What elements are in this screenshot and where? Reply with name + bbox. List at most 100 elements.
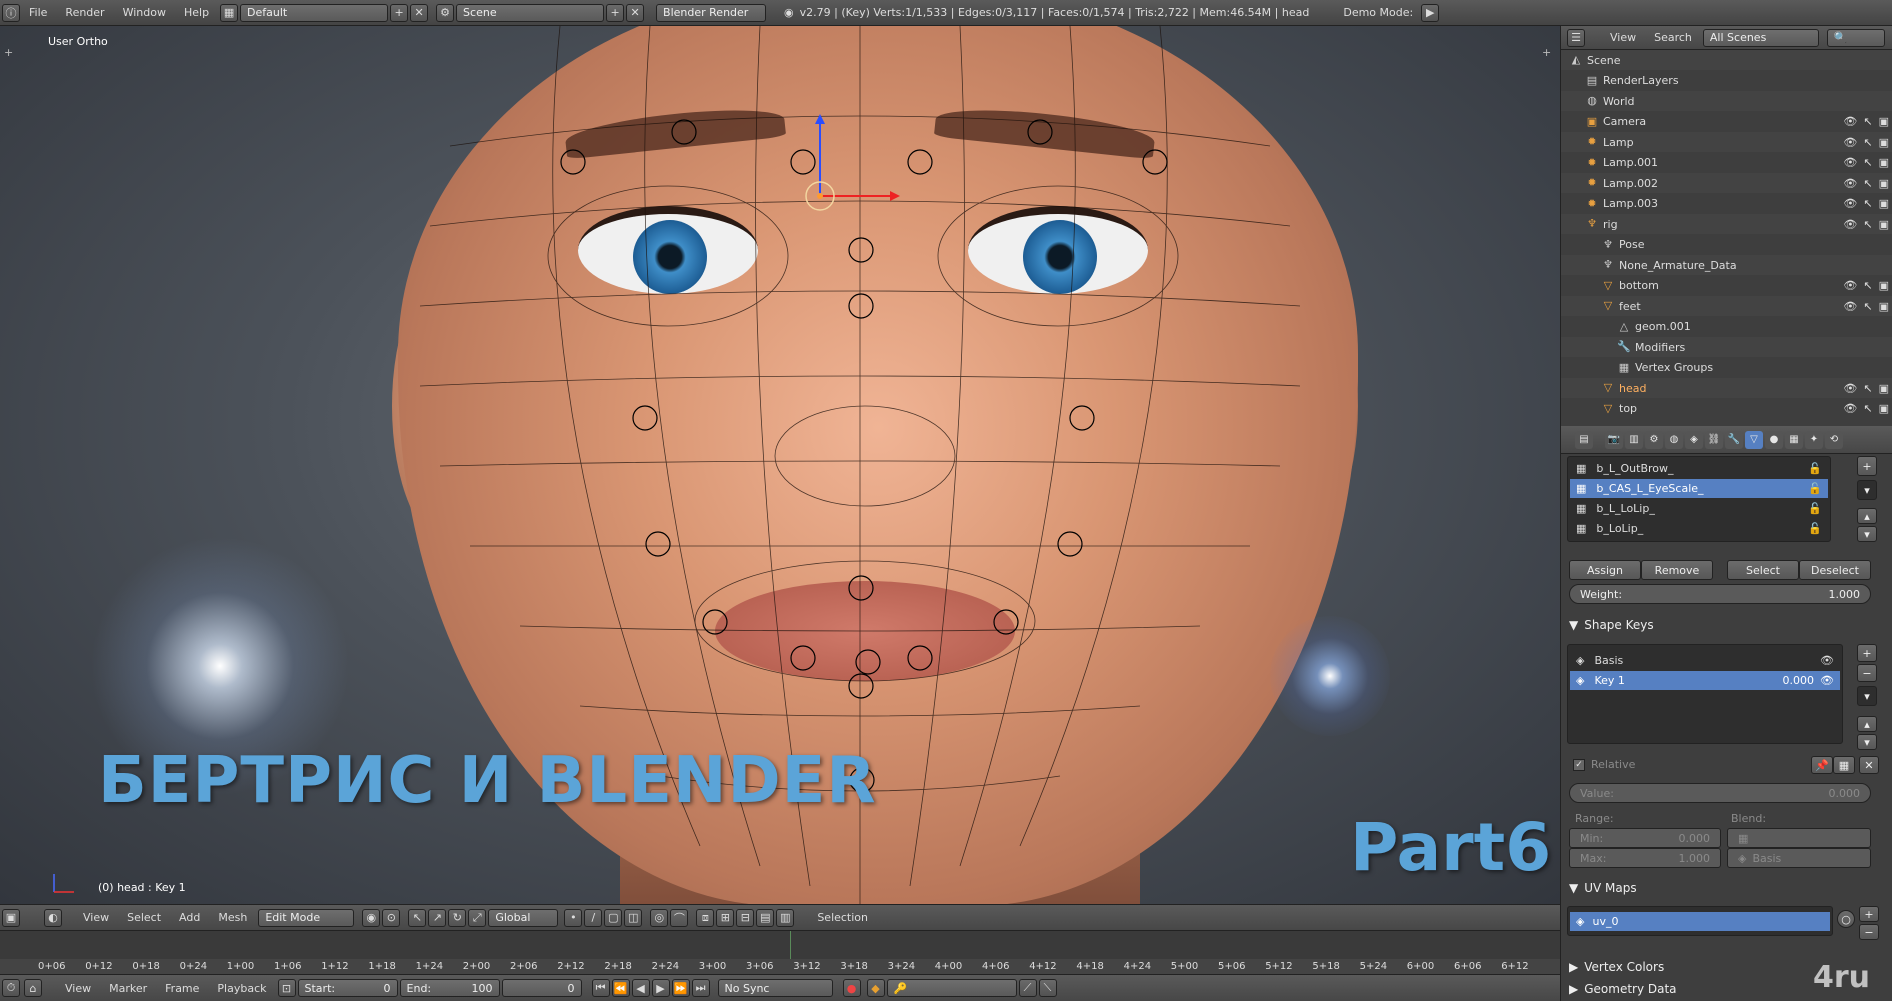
shape-key-item[interactable]: ◈ Basis 👁 — [1570, 651, 1840, 670]
render-layers-tab-icon[interactable]: ▥ — [1625, 430, 1643, 449]
shape-key-specials-icon[interactable]: ▾ — [1857, 686, 1877, 706]
world-tab-icon[interactable]: ◍ — [1665, 430, 1683, 449]
scene-selector[interactable]: Scene — [456, 3, 605, 22]
remove-button[interactable]: Remove — [1641, 560, 1713, 580]
remove-shape-key-icon[interactable]: − — [1857, 664, 1877, 682]
render-engine-dropdown[interactable]: Blender Render — [656, 3, 767, 22]
render-camera-icon[interactable]: ▣ — [1879, 218, 1889, 231]
uv-maps-panel-header[interactable]: ▼ UV Maps — [1569, 881, 1637, 895]
outliner-search-input[interactable]: 🔍 — [1826, 28, 1885, 47]
mode-dropdown[interactable]: Edit Mode — [258, 908, 355, 927]
render-camera-icon[interactable]: ▣ — [1879, 382, 1889, 395]
occlude-icon[interactable]: ◫ — [624, 908, 643, 927]
add-scene-icon[interactable]: + — [606, 3, 625, 22]
outliner-row[interactable]: ▽ bottom 👁 ↖ ▣ — [1561, 275, 1892, 296]
properties-editor-icon[interactable]: ▤ — [1575, 430, 1593, 449]
assign-button[interactable]: Assign — [1569, 560, 1641, 580]
outliner-row[interactable]: ◭ Scene — [1561, 50, 1892, 70]
shape-keys-panel-header[interactable]: ▼ Shape Keys — [1569, 618, 1654, 632]
data-tab-icon[interactable]: ▽ — [1745, 430, 1763, 449]
outliner-row[interactable]: ▤ RenderLayers — [1561, 70, 1892, 91]
selectable-arrow-icon[interactable]: ↖ — [1863, 115, 1872, 128]
particles-tab-icon[interactable]: ✦ — [1805, 430, 1823, 449]
orientation-dropdown[interactable]: Global — [488, 908, 559, 927]
material-tab-icon[interactable]: ● — [1765, 430, 1783, 449]
edge-select-icon[interactable]: / — [584, 908, 603, 927]
outliner-row[interactable]: ◍ World — [1561, 91, 1892, 111]
outliner-row[interactable]: ♆ rig 👁 ↖ ▣ — [1561, 214, 1892, 234]
texture-tab-icon[interactable]: ▦ — [1785, 430, 1803, 449]
physics-tab-icon[interactable]: ⟲ — [1825, 430, 1843, 449]
menu-mesh[interactable]: Mesh — [209, 911, 256, 924]
editor-type-icon[interactable]: ▣ — [2, 908, 20, 927]
selectable-arrow-icon[interactable]: ↖ — [1863, 300, 1872, 313]
vertex-group-item[interactable]: ▦ b_LoLip_ 🔓 — [1570, 519, 1828, 538]
outliner-row[interactable]: 🔧 Modifiers — [1561, 337, 1892, 357]
view-menu-icon[interactable]: ◐ — [44, 908, 62, 927]
value-field[interactable]: Value: 0.000 — [1569, 783, 1871, 803]
jump-end-icon[interactable]: ⏭ — [691, 979, 710, 997]
vertex-colors-panel-header[interactable]: ▶ Vertex Colors — [1569, 960, 1664, 974]
timeline-menu-playback[interactable]: Playback — [208, 982, 275, 995]
opengl-render-icon[interactable]: ▥ — [776, 908, 795, 927]
scene-tab-icon[interactable]: ⚙ — [1645, 430, 1663, 449]
snap-element-icon[interactable]: ⊟ — [736, 908, 755, 927]
sync-dropdown[interactable]: No Sync — [717, 979, 833, 997]
uv-map-item[interactable]: ◈ uv_0 — [1570, 912, 1830, 931]
selectable-arrow-icon[interactable]: ↖ — [1863, 177, 1872, 190]
preview-range-icon[interactable]: ⊡ — [277, 979, 296, 997]
viewport-shading-icon[interactable]: ◉ — [362, 908, 381, 927]
current-frame-field[interactable]: 0 — [501, 979, 582, 997]
selectable-arrow-icon[interactable]: ↖ — [1863, 197, 1872, 210]
lock-icon[interactable]: 🔓 — [1808, 462, 1822, 475]
outliner-row[interactable]: ✹ Lamp 👁 ↖ ▣ — [1561, 132, 1892, 152]
record-icon[interactable]: ● — [842, 979, 861, 997]
visibility-eye-icon[interactable]: 👁 — [1843, 402, 1857, 415]
info-editor-icon[interactable]: ⓘ — [2, 3, 20, 22]
move-down-icon[interactable]: ▾ — [1857, 526, 1877, 542]
max-field[interactable]: Max: 1.000 — [1569, 848, 1721, 868]
remove-scene-icon[interactable]: ✕ — [626, 3, 645, 22]
face-select-icon[interactable]: ▢ — [604, 908, 623, 927]
vertex-group-item[interactable]: ▦ b_L_OutBrow_ 🔓 — [1570, 459, 1828, 478]
menu-window[interactable]: Window — [114, 0, 175, 26]
move-up-icon[interactable]: ▴ — [1857, 508, 1877, 524]
outliner-row[interactable]: ▽ top 👁 ↖ ▣ — [1561, 398, 1892, 419]
prev-key-icon[interactable]: ⏪ — [611, 979, 630, 997]
rotate-icon[interactable]: ↻ — [448, 908, 467, 927]
visibility-eye-icon[interactable]: 👁 — [1820, 654, 1834, 667]
play-icon[interactable]: ▶ — [1421, 3, 1440, 22]
add-uv-map-icon[interactable]: + — [1859, 906, 1879, 922]
render-camera-icon[interactable]: ▣ — [1879, 177, 1889, 190]
render-camera-icon[interactable]: ▣ — [1879, 402, 1889, 415]
scene-icon[interactable]: ⚙ — [436, 3, 455, 22]
add-layout-icon[interactable]: + — [390, 3, 409, 22]
selectable-arrow-icon[interactable]: ↖ — [1863, 136, 1872, 149]
vertex-select-icon[interactable]: • — [564, 908, 583, 927]
timeline-lock-icon[interactable]: ⌂ — [24, 979, 42, 997]
timeline-menu-marker[interactable]: Marker — [100, 982, 156, 995]
timeline-editor-icon[interactable]: ⏱ — [2, 979, 20, 997]
clear-weights-icon[interactable]: ✕ — [1859, 756, 1879, 774]
vertex-group-item[interactable]: ▦ b_CAS_L_EyeScale_ 🔓 — [1570, 479, 1828, 498]
lock-icon[interactable]: 🔓 — [1808, 502, 1822, 515]
render-camera-icon[interactable]: ▣ — [1879, 300, 1889, 313]
min-field[interactable]: Min: 0.000 — [1569, 828, 1721, 848]
render-camera-icon[interactable]: ▣ — [1879, 136, 1889, 149]
outliner-row[interactable]: ▽ feet 👁 ↖ ▣ — [1561, 296, 1892, 316]
outliner-menu-search[interactable]: Search — [1645, 31, 1701, 44]
snap-target-icon[interactable]: ⊞ — [716, 908, 735, 927]
visibility-eye-icon[interactable]: 👁 — [1843, 300, 1857, 313]
vertex-groups-list[interactable]: ▦ b_L_OutBrow_ 🔓 ▦ b_CAS_L_EyeScale_ 🔓 ▦ b_L_Lo… — [1567, 456, 1831, 542]
outliner-menu-view[interactable]: View — [1601, 31, 1645, 44]
toolshelf-toggle-icon[interactable]: + — [4, 46, 26, 64]
proportional-edit-icon[interactable]: ◎ — [650, 908, 669, 927]
visibility-eye-icon[interactable]: 👁 — [1820, 674, 1834, 687]
scale-icon[interactable]: ⤢ — [468, 908, 487, 927]
play-reverse-icon[interactable]: ◀ — [631, 979, 650, 997]
selectable-arrow-icon[interactable]: ↖ — [1863, 402, 1872, 415]
visibility-eye-icon[interactable]: 👁 — [1843, 382, 1857, 395]
lock-icon[interactable]: 🔓 — [1808, 482, 1822, 495]
layout-grid-icon[interactable]: ▦ — [220, 3, 239, 22]
3d-viewport[interactable]: User Ortho БЕРТРИС И BLENDER Part6 (0) h… — [0, 26, 1560, 904]
